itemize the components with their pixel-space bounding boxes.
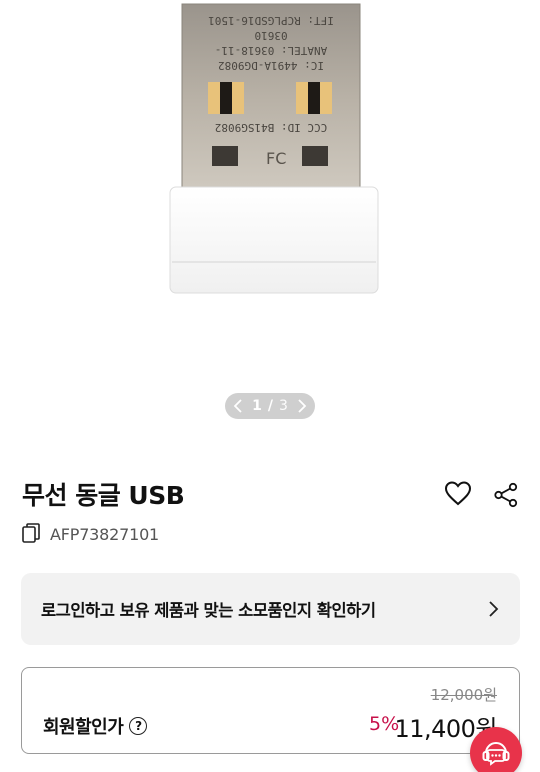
share-button[interactable] (493, 482, 519, 508)
dongle-print-line5: CCC ID: B41SG9082 (215, 121, 328, 134)
help-icon[interactable]: ? (129, 717, 148, 735)
gallery-pager: 1 / 3 (225, 393, 315, 419)
product-title: 무선 동글 USB (22, 481, 185, 510)
original-price: 12,000원 (430, 686, 497, 704)
chevron-right-icon (489, 601, 499, 617)
login-banner-text: 로그인하고 보유 제품과 맞는 소모품인지 확인하기 (41, 601, 376, 620)
dongle-print-line3: ANATEL: 03618-11- (215, 44, 328, 57)
gallery-next-button[interactable] (294, 398, 310, 414)
login-compatibility-banner[interactable]: 로그인하고 보유 제품과 맞는 소모품인지 확인하기 (21, 573, 520, 645)
chevron-left-icon (233, 399, 242, 413)
usb-dongle-image: IFT: RCPLGSD16-1501 03610 ANATEL: 03618-… (169, 3, 379, 294)
gallery-prev-button[interactable] (230, 398, 246, 414)
price-box: 12,000원 회원할인가 ? 5% 11,400원 (21, 667, 520, 754)
gallery-total-pages: 3 (278, 398, 288, 414)
wishlist-button[interactable] (444, 480, 472, 508)
copy-icon (22, 523, 40, 543)
gallery-page-separator: / (267, 398, 273, 414)
heart-icon (444, 481, 472, 506)
member-price-label: 회원할인가 (43, 717, 124, 738)
share-icon (494, 482, 518, 508)
chevron-right-icon (298, 399, 307, 413)
sku-row: AFP73827101 (22, 523, 159, 545)
copy-sku-button[interactable] (22, 523, 42, 545)
product-sku: AFP73827101 (50, 524, 160, 544)
product-image-gallery[interactable]: IFT: RCPLGSD16-1501 03610 ANATEL: 03618-… (0, 0, 540, 440)
fcc-mark: FC (266, 149, 286, 168)
dongle-print-line4: IC: 4491A-DG9082 (218, 59, 324, 72)
chat-headset-icon (482, 742, 510, 766)
member-price-label-row: 회원할인가 ? (43, 713, 148, 739)
dongle-print-line1: IFT: RCPLGSD16-1501 (208, 14, 334, 27)
dongle-print-line2: 03610 (254, 29, 287, 42)
gallery-current-page: 1 (252, 398, 262, 414)
chat-support-button[interactable] (470, 727, 522, 772)
